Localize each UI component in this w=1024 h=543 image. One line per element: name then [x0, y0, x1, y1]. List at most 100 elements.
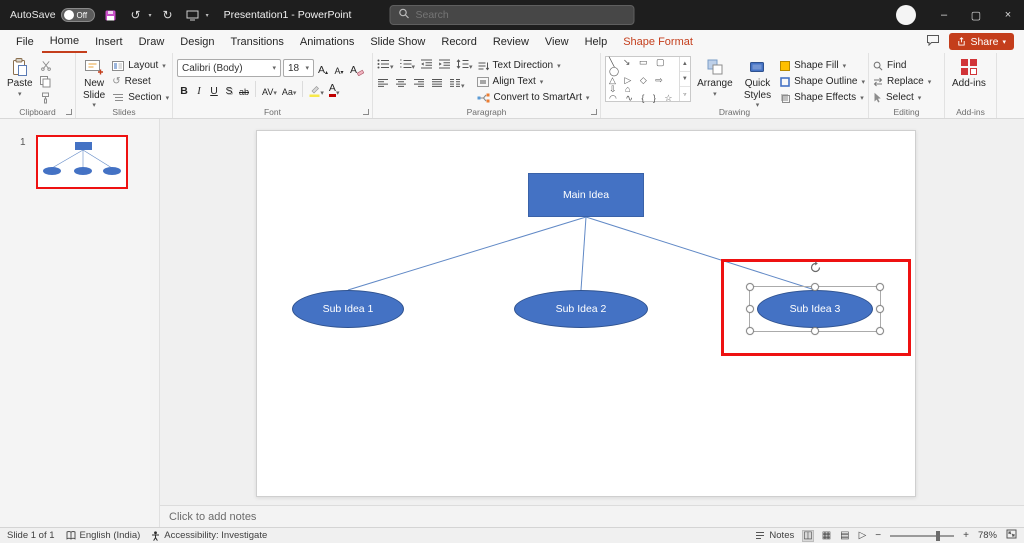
shape-effects-button[interactable]: Shape Effects ▾	[780, 91, 865, 104]
slide-sorter-view-icon[interactable]: ▦	[822, 531, 831, 541]
accessibility-button[interactable]: Accessibility: Investigate	[151, 530, 267, 541]
sub-idea-1-shape[interactable]: Sub Idea 1	[292, 290, 404, 328]
line-spacing-button[interactable]: ▾	[456, 59, 473, 72]
search-box[interactable]	[390, 5, 635, 25]
tab-help[interactable]: Help	[577, 30, 616, 53]
shape-outline-button[interactable]: Shape Outline ▾	[780, 75, 865, 88]
resize-handle-bottom-right[interactable]	[876, 327, 884, 335]
replace-button[interactable]: Replace ▾	[873, 75, 931, 88]
main-idea-shape[interactable]: Main Idea	[528, 173, 644, 217]
font-dialog-launcher-icon[interactable]	[363, 109, 369, 115]
increase-font-size-button[interactable]: A▴	[316, 61, 330, 76]
align-text-button[interactable]: Align Text ▾	[477, 75, 590, 88]
zoom-level[interactable]: 78%	[978, 530, 997, 541]
text-shadow-button[interactable]: S	[222, 82, 236, 97]
share-button[interactable]: Share ▾	[949, 33, 1014, 50]
tab-insert[interactable]: Insert	[87, 30, 131, 53]
slideshow-view-icon[interactable]: ▷	[859, 531, 867, 541]
highlight-color-button[interactable]: ▾	[307, 82, 326, 97]
cut-icon[interactable]	[40, 59, 52, 72]
addins-button[interactable]: Add-ins	[949, 56, 989, 91]
rotate-handle-icon[interactable]	[809, 261, 822, 274]
layout-button[interactable]: Layout ▾	[112, 59, 169, 72]
account-avatar[interactable]	[896, 5, 916, 25]
justify-icon[interactable]	[431, 78, 443, 91]
close-button[interactable]: ×	[992, 0, 1024, 30]
tab-record[interactable]: Record	[433, 30, 484, 53]
tab-transitions[interactable]: Transitions	[223, 30, 292, 53]
zoom-in-button[interactable]: +	[963, 531, 969, 541]
decrease-font-size-button[interactable]: A▾	[332, 61, 346, 76]
notes-pane[interactable]: Click to add notes	[160, 505, 1024, 527]
tab-draw[interactable]: Draw	[131, 30, 173, 53]
zoom-out-button[interactable]: −	[875, 531, 881, 541]
paste-button[interactable]: Paste ▾	[4, 56, 36, 100]
undo-dropdown-icon[interactable]: ▾	[149, 12, 152, 19]
quick-styles-button[interactable]: Quick Styles ▾	[739, 56, 776, 111]
font-name-combobox[interactable]: Calibri (Body) ▾	[177, 59, 281, 77]
notes-toggle-button[interactable]: Notes	[755, 530, 794, 541]
underline-button[interactable]: U	[207, 82, 221, 97]
minimize-button[interactable]: –	[928, 0, 960, 30]
search-input[interactable]	[416, 9, 626, 21]
tab-review[interactable]: Review	[485, 30, 537, 53]
redo-icon[interactable]: ↻	[159, 8, 177, 22]
align-center-icon[interactable]	[395, 78, 407, 91]
fit-to-window-icon[interactable]	[1006, 529, 1017, 542]
tab-shape-format[interactable]: Shape Format	[615, 30, 701, 53]
slide-canvas[interactable]: Main Idea Sub Idea 1 Sub Idea 2 Sub Idea…	[256, 130, 916, 497]
clear-formatting-button[interactable]: A	[348, 61, 366, 76]
resize-handle-top-left[interactable]	[746, 283, 754, 291]
numbering-button[interactable]: ▾	[399, 59, 416, 72]
resize-handle-bottom-middle[interactable]	[811, 327, 819, 335]
new-slide-button[interactable]: New Slide ▾	[80, 56, 108, 111]
resize-handle-bottom-left[interactable]	[746, 327, 754, 335]
resize-handle-middle-left[interactable]	[746, 305, 754, 313]
font-color-button[interactable]: A ▾	[327, 82, 342, 97]
gallery-scroll-up-icon[interactable]: ▲	[680, 57, 690, 71]
tab-home[interactable]: Home	[42, 30, 87, 53]
save-icon[interactable]	[102, 10, 120, 21]
tab-design[interactable]: Design	[172, 30, 222, 53]
customize-toolbar-icon[interactable]	[184, 10, 202, 21]
tab-view[interactable]: View	[537, 30, 577, 53]
gallery-scroll-down-icon[interactable]: ▼	[680, 71, 690, 86]
reset-button[interactable]: ↺ Reset	[112, 75, 169, 88]
shape-gallery-row3-icon[interactable]: ◠ ∿ { } ☆	[609, 94, 676, 103]
zoom-slider[interactable]	[890, 535, 954, 537]
character-spacing-button[interactable]: AV▾	[260, 82, 279, 97]
undo-icon[interactable]: ↺	[127, 8, 145, 22]
italic-button[interactable]: I	[192, 82, 206, 97]
section-button[interactable]: Section ▾	[112, 91, 169, 104]
clipboard-dialog-launcher-icon[interactable]	[66, 109, 72, 115]
arrange-button[interactable]: Arrange ▾	[695, 56, 735, 100]
sub-idea-2-shape[interactable]: Sub Idea 2	[514, 290, 648, 328]
bold-button[interactable]: B	[177, 82, 191, 97]
bullets-button[interactable]: ▾	[377, 59, 394, 72]
zoom-slider-thumb[interactable]	[936, 531, 940, 541]
select-button[interactable]: Select ▾	[873, 91, 931, 104]
convert-to-smartart-button[interactable]: Convert to SmartArt ▾	[477, 91, 590, 104]
tab-file[interactable]: File	[8, 30, 42, 53]
copy-icon[interactable]	[40, 75, 52, 88]
columns-button[interactable]: ▾	[449, 78, 465, 91]
shape-gallery-row1-icon[interactable]: ╲ ↘ ▭ ▢ ◯	[609, 58, 676, 76]
text-direction-button[interactable]: Text Direction ▾	[477, 59, 590, 72]
find-button[interactable]: Find	[873, 59, 931, 72]
reading-view-icon[interactable]: ▤	[840, 531, 849, 541]
tab-animations[interactable]: Animations	[292, 30, 362, 53]
format-painter-icon[interactable]	[40, 91, 52, 104]
autosave-switch[interactable]: Off	[61, 8, 95, 22]
change-case-button[interactable]: Aa▾	[280, 82, 299, 97]
slide-thumbnail[interactable]	[36, 135, 128, 189]
align-left-icon[interactable]	[377, 78, 389, 91]
decrease-indent-icon[interactable]	[420, 59, 433, 72]
autosave-toggle[interactable]: AutoSave Off	[10, 8, 95, 22]
tab-slide-show[interactable]: Slide Show	[362, 30, 433, 53]
resize-handle-top-middle[interactable]	[811, 283, 819, 291]
language-button[interactable]: English (India)	[66, 530, 141, 541]
shape-gallery[interactable]: ╲ ↘ ▭ ▢ ◯ △ ▷ ◇ ⇨ ⇩ ⌂ ◠ ∿ { } ☆ ▲ ▼ ▿	[605, 56, 691, 102]
normal-view-icon[interactable]: ◫	[803, 531, 812, 541]
toolbar-dropdown-icon[interactable]: ▾	[206, 12, 209, 19]
shape-fill-button[interactable]: Shape Fill ▾	[780, 59, 865, 72]
